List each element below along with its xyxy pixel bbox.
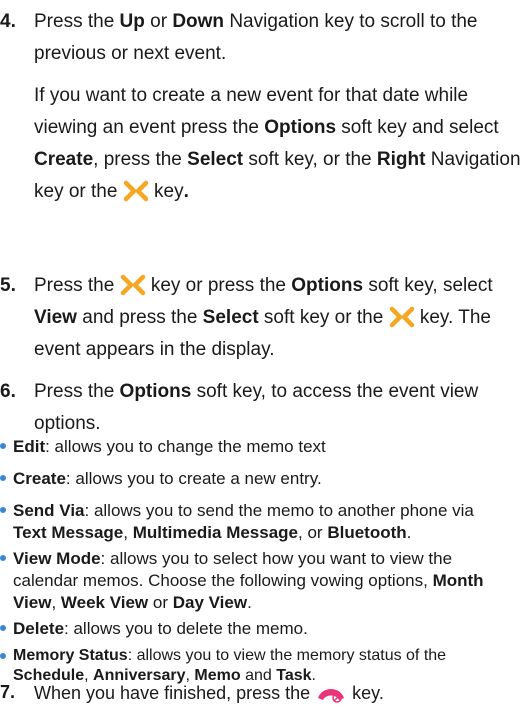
bullet-dot <box>0 625 6 631</box>
step-6: 6. Press the Options soft key, to access… <box>0 376 531 440</box>
end-call-key-icon <box>318 689 345 703</box>
bullet-create: Create: allows you to create a new entry… <box>0 468 531 490</box>
bullet-dot <box>0 475 6 481</box>
step-number: 7. <box>0 682 16 702</box>
step-number: 6. <box>0 381 16 402</box>
step-4: 4. Press the Up or Down Navigation key t… <box>0 6 531 208</box>
bullet-edit: Edit: allows you to change the memo text <box>0 436 531 458</box>
step-number: 4. <box>0 11 16 32</box>
step-number: 5. <box>0 275 16 296</box>
x-navigation-key-icon <box>120 274 146 296</box>
step-4-note: If you want to create a new event for th… <box>34 85 521 202</box>
step-6-text: Press the Options soft key, to access th… <box>34 381 479 434</box>
step-5: 5. Press the key or press the Options so… <box>0 270 531 366</box>
bullet-send-via: Send Via: allows you to send the memo to… <box>0 500 531 544</box>
step-4-text: Press the Up or Down Navigation key to s… <box>34 11 478 64</box>
step-5-text: Press the key or press the Options soft … <box>34 274 493 360</box>
step-7-text: When you have finished, press the key. <box>34 680 531 705</box>
bullet-dot <box>0 443 6 449</box>
x-navigation-key-icon <box>389 306 415 328</box>
bullet-dot <box>0 507 6 513</box>
step-7: 7. When you have finished, press the key… <box>0 680 531 705</box>
bullet-delete: Delete: allows you to delete the memo. <box>0 618 531 640</box>
x-navigation-key-icon <box>123 180 149 202</box>
bullet-dot <box>0 555 6 561</box>
bullet-view-mode: View Mode: allows you to select how you … <box>0 548 531 614</box>
bullet-dot <box>0 653 6 659</box>
